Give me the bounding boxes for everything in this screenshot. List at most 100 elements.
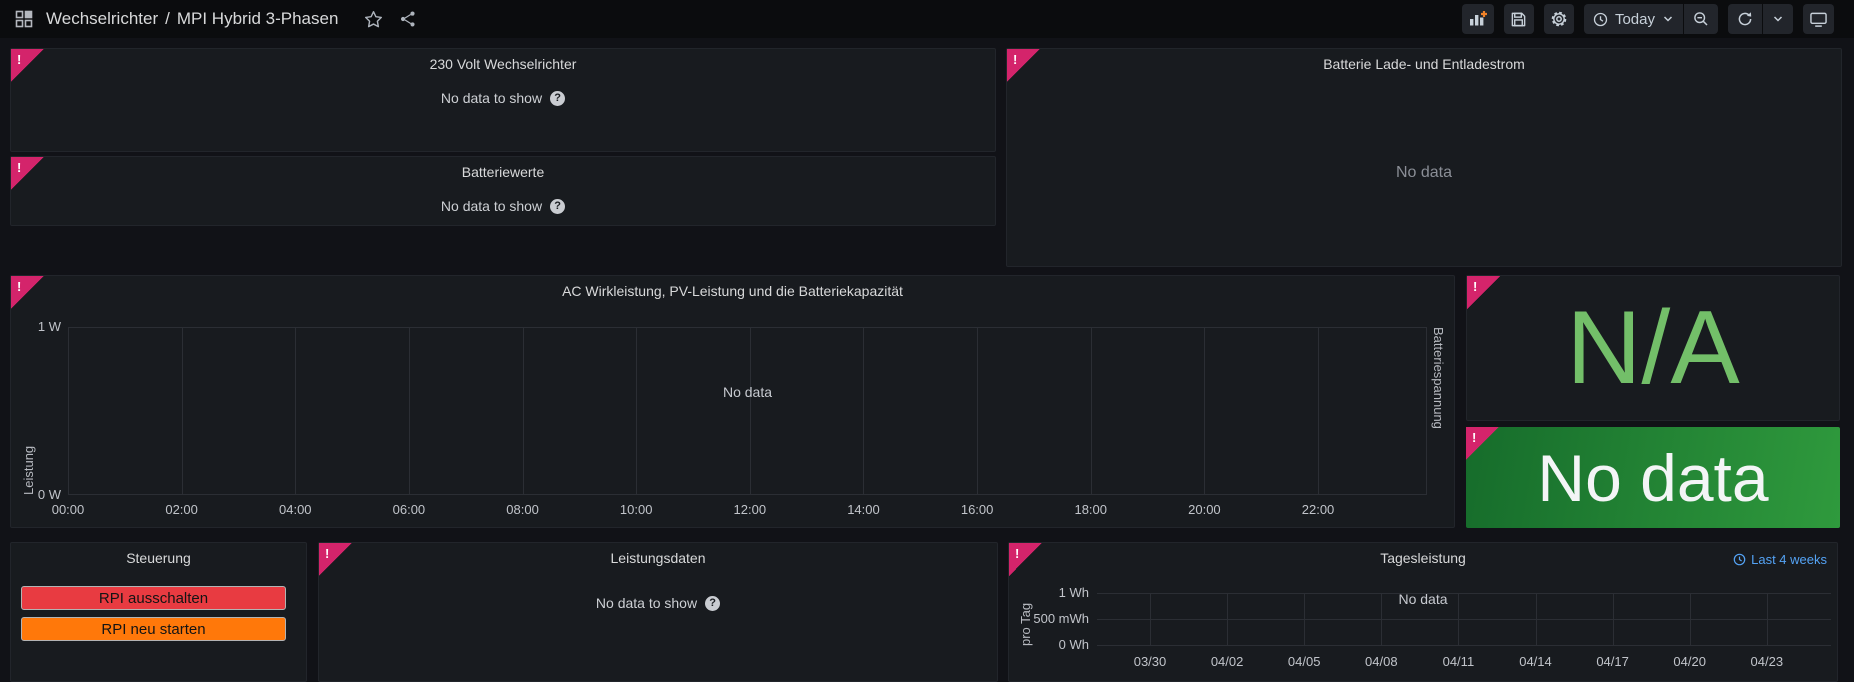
panel-batterie-ladestrom: ! Batterie Lade- und Entladestrom No dat… <box>1006 48 1842 267</box>
no-data-text: No data <box>1396 164 1452 182</box>
star-icon[interactable] <box>364 10 383 29</box>
x-tick-label: 04/02 <box>1211 655 1244 669</box>
gridline <box>750 327 751 495</box>
panel-title[interactable]: Steuerung <box>11 543 306 573</box>
no-data-text: No data to show <box>596 595 697 611</box>
gear-icon <box>1550 10 1568 28</box>
no-data-text: No data <box>1009 591 1837 607</box>
error-icon: ! <box>1473 279 1477 294</box>
clock-icon <box>1593 12 1608 27</box>
no-data-row: No data to show ? <box>11 90 995 106</box>
panel-title[interactable]: Leistungsdaten <box>319 543 997 573</box>
panel-battery-stat: ! N/A <box>1466 275 1840 421</box>
x-tick-label: 03/30 <box>1134 655 1167 669</box>
panel-error-corner[interactable]: ! <box>1467 276 1500 309</box>
gridline <box>68 327 69 495</box>
x-tick-label: 08:00 <box>506 503 539 517</box>
dashboard-settings-button[interactable] <box>1544 4 1574 34</box>
gridline <box>1097 619 1831 620</box>
x-tick-label: 02:00 <box>165 503 198 517</box>
error-icon: ! <box>17 52 21 67</box>
x-tick-label: 14:00 <box>847 503 880 517</box>
breadcrumb: Wechselrichter / MPI Hybrid 3-Phasen <box>46 9 338 29</box>
panel-ac-wirkleistung-chart: ! AC Wirkleistung, PV-Leistung und die B… <box>10 275 1455 528</box>
refresh-group <box>1728 4 1793 34</box>
y-tick-label: 0 W <box>11 488 61 502</box>
clock-icon <box>1733 553 1746 566</box>
chart-plot-area[interactable] <box>68 327 1427 495</box>
x-tick-label: 10:00 <box>620 503 653 517</box>
panel-error-corner[interactable]: ! <box>1009 543 1042 576</box>
gridline <box>409 327 410 495</box>
panel-error-corner[interactable]: ! <box>319 543 352 576</box>
x-tick-label: 16:00 <box>961 503 994 517</box>
panel-error-corner[interactable]: ! <box>11 276 44 309</box>
error-icon: ! <box>1472 430 1476 445</box>
top-navbar: Wechselrichter / MPI Hybrid 3-Phasen <box>0 0 1854 38</box>
stat-value: No data <box>1466 427 1840 528</box>
panel-title[interactable]: Batteriewerte <box>11 157 995 187</box>
panel-error-corner[interactable]: ! <box>11 49 44 82</box>
add-panel-button[interactable] <box>1462 4 1494 34</box>
gridline <box>523 327 524 495</box>
panel-title[interactable]: 230 Volt Wechselrichter <box>11 49 995 79</box>
panel-title[interactable]: Batterie Lade- und Entladestrom <box>1007 49 1841 79</box>
time-picker-group: Today <box>1584 4 1718 34</box>
error-icon: ! <box>325 546 329 561</box>
panel-title[interactable]: AC Wirkleistung, PV-Leistung und die Bat… <box>11 276 1454 306</box>
error-icon: ! <box>1015 546 1019 561</box>
chevron-down-icon <box>1772 13 1784 25</box>
panel-title[interactable]: Tagesleistung <box>1009 543 1837 573</box>
gridline <box>1091 327 1092 495</box>
rpi-restart-button[interactable]: RPI neu starten <box>21 617 286 641</box>
time-range-button[interactable]: Today <box>1584 4 1683 34</box>
zoom-out-button[interactable] <box>1683 4 1718 34</box>
y-axis-label-right: Batteriespannung <box>1431 327 1446 495</box>
help-icon[interactable]: ? <box>550 91 565 106</box>
breadcrumb-separator: / <box>165 9 170 29</box>
panel-steuerung: Steuerung RPI ausschalten RPI neu starte… <box>10 542 307 682</box>
add-panel-icon <box>1468 10 1488 28</box>
x-tick-label: 04/17 <box>1596 655 1629 669</box>
gridline <box>1204 327 1205 495</box>
error-icon: ! <box>17 279 21 294</box>
breadcrumb-dashboard[interactable]: MPI Hybrid 3-Phasen <box>177 9 339 29</box>
help-icon[interactable]: ? <box>550 199 565 214</box>
stat-value: N/A <box>1467 276 1839 420</box>
gridline <box>1318 327 1319 495</box>
gridline <box>636 327 637 495</box>
error-icon: ! <box>17 160 21 175</box>
zoom-out-icon <box>1693 11 1709 27</box>
x-tick-label: 20:00 <box>1188 503 1221 517</box>
save-dashboard-button[interactable] <box>1504 4 1534 34</box>
panel-error-corner[interactable]: ! <box>11 157 44 190</box>
help-icon[interactable]: ? <box>705 596 720 611</box>
x-tick-label: 18:00 <box>1074 503 1107 517</box>
no-data-row: No data to show ? <box>319 595 997 611</box>
kiosk-mode-button[interactable] <box>1803 4 1834 34</box>
time-range-label: Today <box>1615 11 1655 28</box>
y-axis-label-left: Leistung <box>21 327 36 495</box>
no-data-text: No data to show <box>441 198 542 214</box>
panel-batteriewerte: ! Batteriewerte No data to show ? <box>10 156 996 226</box>
apps-grid-icon[interactable] <box>14 9 34 29</box>
x-tick-label: 04:00 <box>279 503 312 517</box>
y-tick-label: 1 W <box>11 320 61 334</box>
breadcrumb-folder[interactable]: Wechselrichter <box>46 9 158 29</box>
share-icon[interactable] <box>399 10 417 28</box>
x-tick-label: 12:00 <box>734 503 767 517</box>
monitor-icon <box>1809 11 1828 28</box>
time-override-link[interactable]: Last 4 weeks <box>1733 552 1827 567</box>
x-tick-label: 04/20 <box>1673 655 1706 669</box>
refresh-interval-button[interactable] <box>1762 4 1793 34</box>
gridline <box>977 327 978 495</box>
gridline <box>863 327 864 495</box>
rpi-shutdown-button[interactable]: RPI ausschalten <box>21 586 286 610</box>
panel-error-corner[interactable]: ! <box>1007 49 1040 82</box>
x-tick-label: 22:00 <box>1302 503 1335 517</box>
error-icon: ! <box>1013 52 1017 67</box>
panel-error-corner[interactable]: ! <box>1466 427 1499 460</box>
refresh-button[interactable] <box>1728 4 1762 34</box>
panel-status-stat: ! No data <box>1466 427 1840 528</box>
x-tick-label: 06:00 <box>393 503 426 517</box>
